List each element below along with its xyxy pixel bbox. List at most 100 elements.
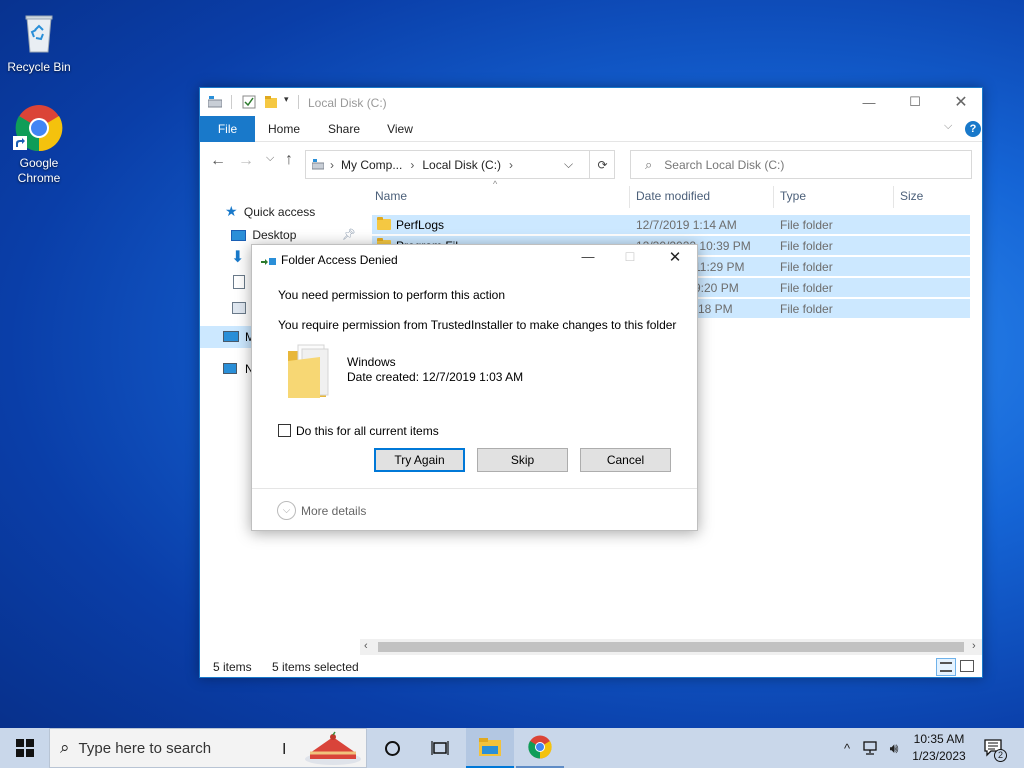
expand-chevron-icon[interactable]: ⌵ [277,501,296,520]
task-view-button[interactable] [416,728,464,768]
taskbar-search-input[interactable]: ⌕ Type here to search I [49,728,367,768]
try-again-button[interactable]: Try Again [374,448,465,472]
status-selected-count: 5 items selected [272,660,359,674]
search-placeholder: Type here to search [78,739,212,757]
scroll-left-arrow-icon[interactable]: ‹ [364,640,368,652]
nav-item-this-pc[interactable]: M [200,326,255,348]
taskbar-clock[interactable]: 10:35 AM 1/23/2023 [900,731,978,765]
file-date: 18 PM [698,302,733,316]
tab-share[interactable]: Share [322,116,366,142]
column-divider[interactable] [773,186,774,208]
dialog-minimize-button[interactable]: — [578,249,598,264]
address-dropdown-chevron-icon[interactable]: ⌵ [564,157,573,172]
back-arrow-icon[interactable]: ← [210,152,226,170]
explorer-titlebar[interactable]: ▾ Local Disk (C:) — ☐ ✕ [200,88,982,116]
clock-time: 10:35 AM [913,732,965,746]
column-divider[interactable] [629,186,630,208]
breadcrumb-item-local-disk[interactable]: Local Disk (C:) [422,158,501,172]
status-bar: 5 items 5 items selected [200,657,982,677]
column-divider[interactable] [893,186,894,208]
drive-icon [312,158,324,169]
windows-folder-icon [288,344,329,398]
large-icons-view-icon[interactable] [960,660,974,672]
cancel-button[interactable]: Cancel [580,448,671,472]
dialog-title: Folder Access Denied [281,253,398,267]
pictures-icon[interactable] [232,302,246,314]
desktop-icon-label: Google Chrome [17,156,61,185]
nav-item-desktop[interactable]: Desktop [231,224,296,246]
documents-icon[interactable] [233,275,245,289]
help-icon[interactable]: ? [965,121,981,137]
close-button[interactable]: ✕ [938,88,984,116]
divider [298,95,299,109]
sort-ascending-icon: ^ [493,179,498,189]
scrollbar-thumb[interactable] [378,642,964,652]
address-bar[interactable]: › My Comp... › Local Disk (C:) › ⌵ [305,150,615,179]
file-type: File folder [780,281,833,295]
breadcrumb-item-my-computer[interactable]: My Comp... [341,158,402,172]
folder-access-denied-dialog: Folder Access Denied — ☐ ✕ You need perm… [251,244,698,531]
column-header-size[interactable]: Size [900,186,923,206]
cortana-button[interactable] [368,728,416,768]
desktop-icon-recycle-bin[interactable]: Recycle Bin [1,8,77,75]
search-icon: ⌕ [645,156,653,172]
pin-icon[interactable]: 📌︎ [342,228,356,241]
forward-arrow-icon[interactable]: → [238,152,254,170]
window-title: Local Disk (C:) [308,96,387,110]
tab-view[interactable]: View [378,116,422,142]
nav-item-label: Quick access [243,205,316,219]
maximize-button[interactable]: ☐ [892,88,938,116]
dialog-heading: You need permission to perform this acti… [278,288,506,302]
dialog-message: You require permission from TrustedInsta… [278,318,677,332]
column-header-date-modified[interactable]: Date modified [636,186,710,206]
windows-logo-icon [15,739,34,757]
file-type: File folder [780,260,833,274]
dialog-maximize-button: ☐ [624,250,636,264]
more-details-link[interactable]: More details [301,504,366,518]
divider [231,95,232,109]
details-view-button[interactable] [936,658,956,676]
desktop-icon-google-chrome[interactable]: Google Chrome [1,104,77,186]
file-type: File folder [780,218,833,232]
minimize-button[interactable]: — [846,88,892,116]
action-center-button[interactable]: 2 [980,728,1008,768]
refresh-button[interactable]: ⟳ [589,150,615,179]
chrome-icon [13,104,63,152]
clock-date: 1/23/2023 [912,749,966,763]
apply-to-all-label[interactable]: Do this for all current items [296,424,439,438]
horizontal-scrollbar[interactable]: ‹ › [360,639,982,655]
taskbar-google-chrome[interactable] [516,728,564,768]
downloads-icon[interactable]: ⬇ [231,247,244,269]
taskbar-file-explorer[interactable] [466,728,514,768]
navigation-bar: ← → ⌵ ↑ › My Comp... › Local Disk (C:) ›… [200,142,982,182]
up-arrow-icon[interactable]: ↑ [285,151,293,169]
skip-button[interactable]: Skip [477,448,568,472]
table-row[interactable]: PerfLogs 12/7/2019 1:14 AM File folder [372,215,970,235]
file-date: 9:20 PM [694,281,739,295]
expand-ribbon-chevron-icon[interactable]: ⌵ [944,120,952,133]
network-status-icon[interactable] [860,728,882,768]
file-type: File folder [780,239,833,253]
apply-to-all-checkbox[interactable] [278,424,291,437]
dialog-close-button[interactable]: ✕ [665,248,685,266]
start-button[interactable] [0,728,49,768]
drive-icon [208,96,222,108]
recent-locations-chevron-icon[interactable]: ⌵ [266,152,274,165]
folder-name: Windows [347,355,396,369]
cortana-icon [384,740,400,756]
tab-home[interactable]: Home [262,116,306,142]
column-header-type[interactable]: Type [780,186,806,206]
new-folder-icon[interactable] [264,95,278,109]
nav-item-label: Desktop [252,228,297,242]
refresh-icon: ⟳ [597,157,608,172]
move-folder-icon [261,258,276,265]
nav-item-network[interactable]: N [200,358,254,380]
scroll-right-arrow-icon[interactable]: › [972,640,976,652]
show-hidden-icons-chevron-icon[interactable]: ^ [836,728,858,768]
quick-access-toolbar-dropdown[interactable]: ▾ [284,94,289,105]
properties-icon[interactable] [242,95,256,109]
search-input[interactable]: ⌕ Search Local Disk (C:) [630,150,972,179]
tab-file[interactable]: File [200,116,255,142]
nav-item-quick-access[interactable]: ★ Quick access [225,200,315,222]
column-header-name[interactable]: Name [375,186,407,206]
